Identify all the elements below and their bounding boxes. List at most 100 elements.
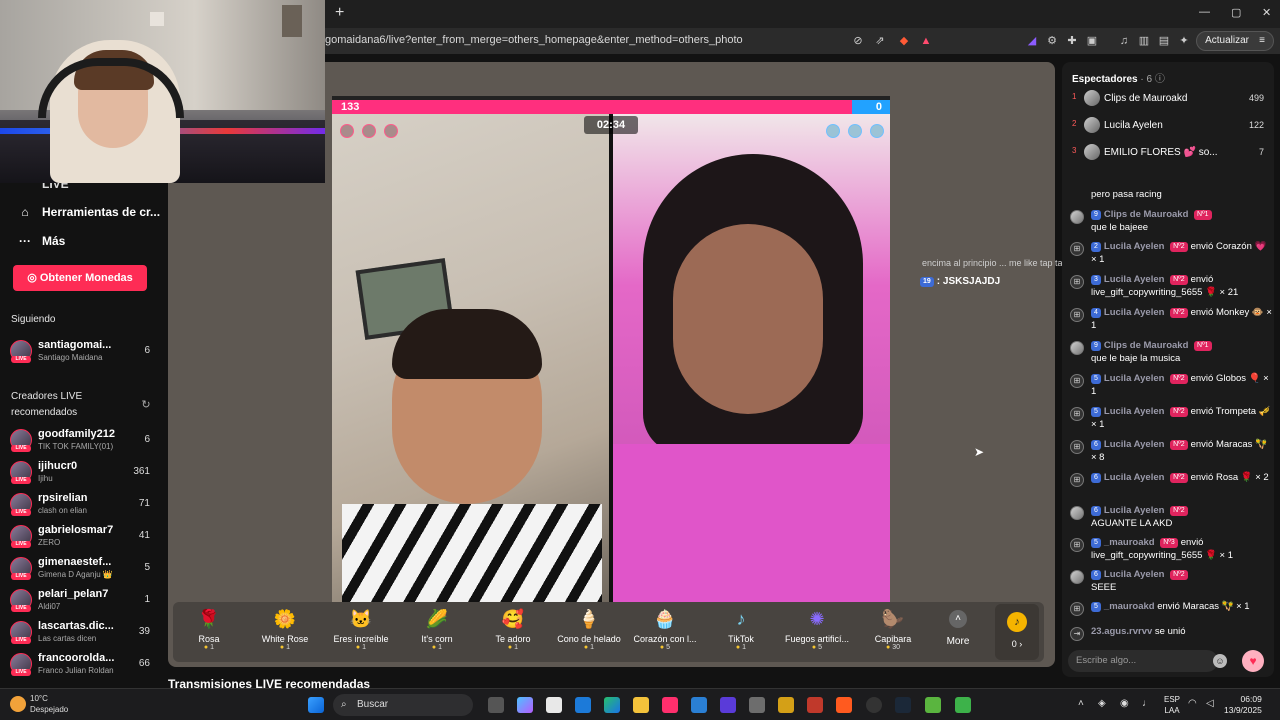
- chat-username[interactable]: Lucila Ayelen: [1104, 439, 1165, 450]
- chat-username[interactable]: Lucila Ayelen: [1104, 406, 1165, 417]
- volume-icon[interactable]: ◁: [1206, 698, 1214, 709]
- gift-item[interactable]: 🍦 Cono de helado1: [551, 606, 627, 660]
- gift-item[interactable]: 🌹 Rosa1: [171, 606, 247, 660]
- proton-icon[interactable]: [720, 697, 736, 713]
- avatar: [1070, 506, 1084, 520]
- tiktok-app-icon[interactable]: [662, 697, 678, 713]
- gift-item[interactable]: 🥰 Te adoro1: [475, 606, 551, 660]
- viewer-row[interactable]: 1 Clips de Mauroakd 499: [1072, 89, 1264, 109]
- sidebar-icon[interactable]: ▥: [1137, 34, 1151, 48]
- recommended-creator[interactable]: LIVE rpsirelian clash on elian 71: [8, 490, 158, 520]
- gift-item[interactable]: 🦫 Capibara30: [855, 606, 931, 660]
- chat-username[interactable]: Lucila Ayelen: [1104, 307, 1165, 318]
- music-icon[interactable]: ♫: [1117, 34, 1131, 48]
- share-icon[interactable]: ⇗: [873, 34, 887, 48]
- minimize-button[interactable]: —: [1199, 6, 1210, 18]
- windows-start-icon[interactable]: [308, 697, 324, 713]
- chat-username[interactable]: Lucila Ayelen: [1104, 241, 1165, 252]
- app-icon[interactable]: [749, 697, 765, 713]
- following-item[interactable]: LIVE santiagomai... Santiago Maidana 6: [8, 337, 158, 367]
- screenshot-icon[interactable]: ▣: [1085, 34, 1099, 48]
- live-badge: LIVE: [11, 573, 31, 580]
- leo-ai-icon[interactable]: ✦: [1177, 34, 1191, 48]
- recommended-creator[interactable]: LIVE francoorolda... Franco Julian Roldan 6…: [8, 650, 158, 680]
- emoji-icon[interactable]: ☺: [1213, 654, 1227, 668]
- chat-username[interactable]: 23.agus.rvrvv: [1091, 626, 1152, 637]
- battle-video[interactable]: 133 0 02:34: [332, 96, 890, 605]
- taskbar-clock[interactable]: 06:09 13/9/2025: [1224, 694, 1262, 716]
- recommended-creator[interactable]: LIVE gimenaestef... Gimena D Aganju 👑 5: [8, 554, 158, 584]
- steam-icon[interactable]: [895, 697, 911, 713]
- gift-item[interactable]: 🧁 Corazón con l...5: [627, 606, 703, 660]
- more-gifts-button[interactable]: ˄ More: [943, 610, 973, 647]
- maximize-button[interactable]: ▢: [1231, 6, 1241, 19]
- app-icon[interactable]: [925, 697, 941, 713]
- obs-icon[interactable]: [866, 697, 882, 713]
- brave-shield-icon[interactable]: ◆: [897, 34, 911, 48]
- chevron-up-icon[interactable]: ˄: [1078, 698, 1084, 709]
- file-explorer-icon[interactable]: [633, 697, 649, 713]
- chat-username[interactable]: Lucila Ayelen: [1104, 505, 1165, 516]
- extension-icon[interactable]: ◢: [1025, 34, 1039, 48]
- app-icon[interactable]: [955, 697, 971, 713]
- tray-app-icon[interactable]: ◈: [1098, 698, 1106, 709]
- app-icon[interactable]: [778, 697, 794, 713]
- outlook-icon[interactable]: [575, 697, 591, 713]
- get-coins-button[interactable]: ◎ Obtener Monedas: [13, 265, 147, 291]
- viewer-row[interactable]: 2 Lucila Ayelen 122: [1072, 116, 1264, 136]
- gift-item[interactable]: 🐱 Eres increíble1: [323, 606, 399, 660]
- url-field[interactable]: gomaidana6/live?enter_from_merge=others_…: [325, 34, 743, 46]
- taskbar-search[interactable]: ⌕ Buscar: [333, 694, 473, 716]
- gift-item[interactable]: ✺ Fuegos artificí...5: [779, 606, 855, 660]
- new-tab-button[interactable]: +: [335, 4, 344, 22]
- like-heart-button[interactable]: ♥: [1242, 650, 1264, 672]
- store-icon[interactable]: [546, 697, 562, 713]
- chat-username[interactable]: Clips de Mauroakd: [1104, 340, 1188, 351]
- chat-username[interactable]: Lucila Ayelen: [1104, 569, 1165, 580]
- tray-app-icon[interactable]: ◉: [1120, 698, 1129, 709]
- wifi-icon[interactable]: ◠: [1188, 698, 1197, 709]
- level-badge: 4: [1091, 308, 1101, 318]
- recommended-creator[interactable]: LIVE lascartas.dic... Las cartas dicen 39: [8, 618, 158, 648]
- recommended-creator[interactable]: LIVE pelari_pelan7 Aldi07 1: [8, 586, 158, 616]
- wallet-icon[interactable]: ▤: [1157, 34, 1171, 48]
- close-window-button[interactable]: ✕: [1262, 6, 1271, 19]
- chat-username[interactable]: Lucila Ayelen: [1104, 274, 1165, 285]
- rewards-icon[interactable]: ▲: [919, 34, 933, 48]
- gift-item[interactable]: 🌽 It's corn1: [399, 606, 475, 660]
- comment-input[interactable]: Escribe algo...: [1068, 650, 1218, 672]
- chat-text: que le bajeee: [1091, 222, 1149, 233]
- gift-item[interactable]: 🌼 White Rose1: [247, 606, 323, 660]
- search-icon: ⌕: [341, 699, 347, 710]
- chat-username[interactable]: _mauroakd: [1104, 601, 1155, 612]
- sidebar-item-creator-tools[interactable]: ⌂ Herramientas de cr...: [18, 205, 160, 219]
- microphone-icon[interactable]: ♩: [1142, 698, 1152, 709]
- app-icon[interactable]: [807, 697, 823, 713]
- coin-balance-button[interactable]: ♪ 0 ›: [995, 604, 1039, 660]
- task-view-icon[interactable]: [488, 697, 504, 713]
- refresh-icon[interactable]: ↻: [140, 398, 152, 411]
- sidebar-item-more[interactable]: ··· Más: [18, 234, 65, 248]
- puzzle-icon[interactable]: ✚: [1065, 34, 1079, 48]
- recommended-creator[interactable]: LIVE gabrielosmar7 ZERO 41: [8, 522, 158, 552]
- recommended-creator[interactable]: LIVE ijihucr0 Ijihu 361: [8, 458, 158, 488]
- weather-sun-icon[interactable]: [10, 696, 26, 712]
- update-button[interactable]: Actualizar ≡: [1196, 31, 1274, 51]
- viewer-row[interactable]: 3 EMILIO FLORES 💕 so... 7: [1072, 143, 1264, 163]
- copilot-icon[interactable]: [517, 697, 533, 713]
- recommended-creator[interactable]: LIVE goodfamily212 TIK TOK FAMILY(01) 6: [8, 426, 158, 456]
- chat-username[interactable]: Clips de Mauroakd: [1104, 209, 1188, 220]
- mute-icon[interactable]: ⊘: [851, 34, 865, 48]
- brave-icon[interactable]: [836, 697, 852, 713]
- gift-icon: 🧁: [653, 609, 677, 629]
- language-indicator[interactable]: ESP LAA: [1164, 694, 1180, 716]
- chat-text: se unió: [1154, 626, 1186, 637]
- settings-gear-icon[interactable]: ⚙: [1045, 34, 1059, 48]
- weather-widget[interactable]: 10°C Despejado: [30, 693, 68, 715]
- chat-username[interactable]: _mauroakd: [1104, 537, 1155, 548]
- chat-username[interactable]: Lucila Ayelen: [1104, 472, 1165, 483]
- gift-item[interactable]: ♪ TikTok1: [703, 606, 779, 660]
- edge-icon[interactable]: [604, 697, 620, 713]
- chat-username[interactable]: Lucila Ayelen: [1104, 373, 1165, 384]
- app-icon[interactable]: [691, 697, 707, 713]
